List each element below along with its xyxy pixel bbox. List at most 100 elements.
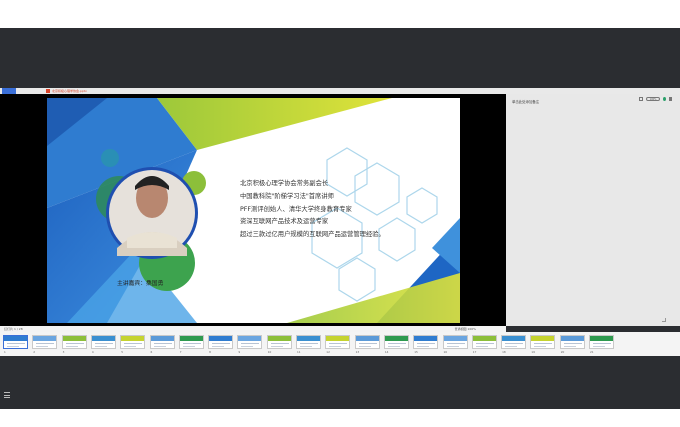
slide-thumbnail[interactable] xyxy=(120,335,146,349)
thumbnail-line xyxy=(300,343,318,345)
thumbnail-number: 19 xyxy=(531,350,535,354)
ppt-icon xyxy=(46,89,50,93)
thumbnail-line xyxy=(387,343,406,345)
slide-thumbnail[interactable] xyxy=(442,335,468,349)
thumbnail-number: 17 xyxy=(472,350,477,354)
current-slide[interactable]: 北京积极心理学协会常务副会长 中国教科院"阶梯学习法"首席讲师 PFF测评创始人… xyxy=(47,98,460,323)
thumbnail-header xyxy=(121,336,145,341)
thumbnail-line xyxy=(270,346,283,348)
slide-thumbnail[interactable] xyxy=(354,335,380,349)
thumbnail-header xyxy=(590,336,613,341)
slide-thumbnail[interactable] xyxy=(471,335,497,349)
bio-line: 中国教科院"阶梯学习法"首席讲师 xyxy=(240,192,334,200)
view-zoom-label[interactable]: 普通视图 100% xyxy=(454,327,476,331)
slide-thumbnail[interactable] xyxy=(178,335,204,349)
thumbnail-header xyxy=(384,336,408,341)
slide-thumbnail[interactable] xyxy=(61,335,87,349)
thumbnail-line xyxy=(212,343,231,345)
thumbnail-line xyxy=(534,343,553,345)
thumbnail-line xyxy=(505,343,524,345)
thumbnail-number: 1 xyxy=(4,350,6,354)
thumbnail-header xyxy=(209,336,233,341)
thumbnail-number: 16 xyxy=(443,350,448,354)
thumbnail-header xyxy=(33,336,57,341)
thumbnail-header xyxy=(150,336,174,341)
thumbnail-line xyxy=(153,343,172,345)
speaker-caption: 主讲嘉宾：桑国勇 xyxy=(117,281,164,287)
panel-controls: 100% xyxy=(639,97,672,101)
slide-thumbnail[interactable] xyxy=(530,335,556,349)
slide-thumbnail-strip: 1 2 3 4 5 6 7 8 9 10 11 12 13 14 15 16 17 18 19 20 21 xyxy=(0,332,680,356)
thumbnail-number: 18 xyxy=(502,350,506,354)
thumbnail-line xyxy=(593,346,605,348)
thumbnail-line xyxy=(36,343,55,345)
resize-handle-icon[interactable] xyxy=(662,318,666,322)
zoom-button[interactable]: 100% xyxy=(646,97,660,101)
slide-thumbnail[interactable] xyxy=(32,335,58,349)
slide-thumbnail[interactable] xyxy=(589,335,614,349)
thumbnail-number: 11 xyxy=(297,350,301,354)
slide-thumbnail[interactable] xyxy=(208,335,234,349)
thumbnail-line xyxy=(241,343,260,345)
thumbnail-line xyxy=(94,346,107,348)
slide-thumbnail[interactable] xyxy=(237,335,263,349)
thumbnail-header xyxy=(502,336,526,341)
thumbnail-line xyxy=(65,346,78,348)
thumbnail-line xyxy=(300,346,312,348)
thumbnail-line xyxy=(417,343,436,345)
thumbnail-line xyxy=(593,343,611,345)
thumbnail-header xyxy=(326,336,350,341)
slide-thumbnail[interactable] xyxy=(266,335,292,349)
thumbnail-number: 5 xyxy=(121,350,123,354)
window-icon[interactable] xyxy=(639,97,643,101)
bio-line: 北京积极心理学协会常务副会长 xyxy=(240,180,329,187)
thumbnail-line xyxy=(387,346,400,348)
thumbnail-header xyxy=(267,336,291,341)
thumbnail-header xyxy=(297,336,320,341)
thumbnail-header xyxy=(443,336,467,341)
notes-panel[interactable]: 单击此处添加备注 100% xyxy=(506,94,680,326)
thumbnail-number: 12 xyxy=(326,350,330,354)
thumbnail-line xyxy=(563,343,582,345)
slide-thumbnail[interactable] xyxy=(325,335,351,349)
thumbnail-header xyxy=(179,336,203,341)
menu-icon[interactable] xyxy=(4,392,10,398)
thumbnail-line xyxy=(417,346,430,348)
slide-thumbnail[interactable] xyxy=(296,335,321,349)
thumbnail-line xyxy=(329,343,348,345)
thumbnail-line xyxy=(182,343,201,345)
thumbnail-number: 4 xyxy=(91,350,94,354)
bio-line: 超过三款过亿用户规模的互联网产品运营管理经验。 xyxy=(240,231,385,239)
close-icon[interactable] xyxy=(669,97,672,101)
thumbnail-header xyxy=(414,336,438,341)
thumbnail-line xyxy=(534,346,547,348)
thumbnail-number: 7 xyxy=(179,350,182,354)
slide-thumbnail[interactable] xyxy=(149,335,175,349)
slide-thumbnail[interactable] xyxy=(383,335,409,349)
thumbnail-line xyxy=(475,343,494,345)
thumbnail-header xyxy=(62,336,86,341)
thumbnail-number: 6 xyxy=(150,350,153,354)
thumbnail-number: 10 xyxy=(267,350,272,354)
thumbnail-line xyxy=(212,346,225,348)
status-dot-icon xyxy=(663,97,666,101)
slide-counter: 幻灯片 1 / 28 xyxy=(4,327,23,331)
slide-thumbnail[interactable] xyxy=(501,335,527,349)
thumbnail-header xyxy=(238,336,262,341)
slide-thumbnail[interactable] xyxy=(559,335,585,349)
slide-thumbnail[interactable] xyxy=(413,335,439,349)
slide-thumbnail[interactable] xyxy=(90,335,116,349)
thumbnail-line xyxy=(36,346,49,348)
thumbnail-line xyxy=(563,346,576,348)
notes-placeholder[interactable]: 单击此处添加备注 xyxy=(512,99,539,104)
thumbnail-line xyxy=(358,343,377,345)
thumbnail-header xyxy=(355,336,379,341)
thumbnail-line xyxy=(446,346,459,348)
thumbnail-line xyxy=(153,346,166,348)
thumbnail-header xyxy=(531,336,555,341)
slide-thumbnail[interactable] xyxy=(3,335,28,349)
thumbnail-number: 15 xyxy=(414,350,418,354)
thumbnail-number: 9 xyxy=(238,350,241,354)
thumbnail-line xyxy=(124,346,137,348)
thumbnail-header xyxy=(560,336,584,341)
